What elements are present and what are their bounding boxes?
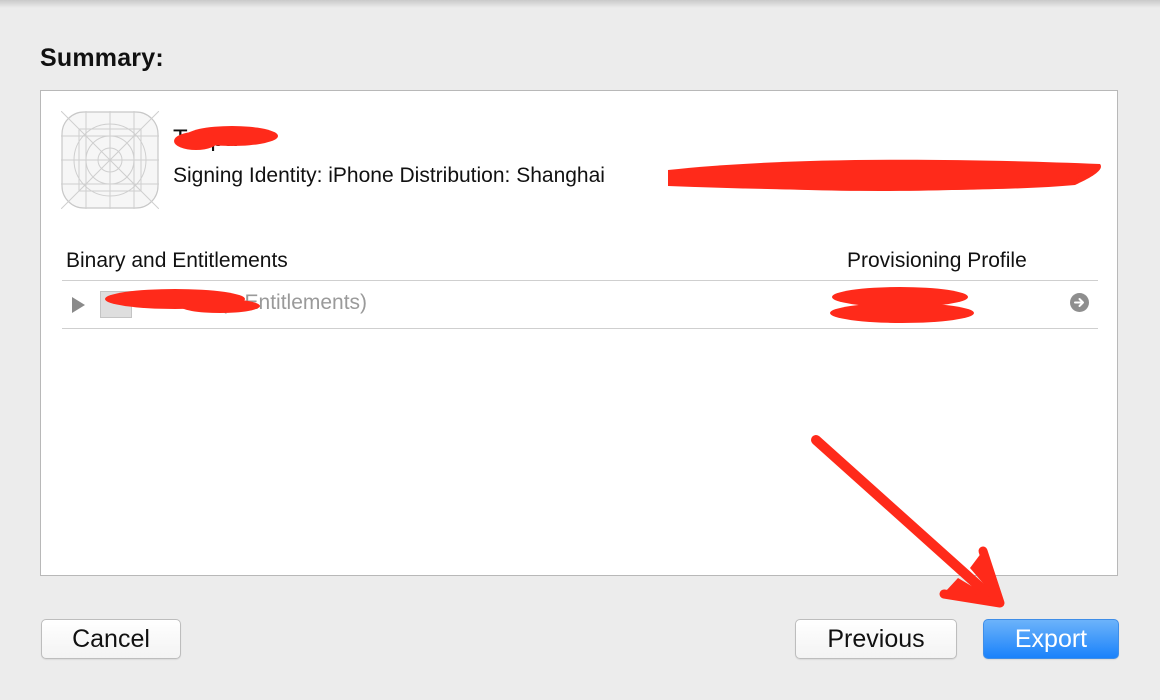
annotation-arrow [811,435,1005,608]
previous-button[interactable]: Previous [795,619,957,659]
cancel-button[interactable]: Cancel [41,619,181,659]
export-button[interactable]: Export [983,619,1119,659]
